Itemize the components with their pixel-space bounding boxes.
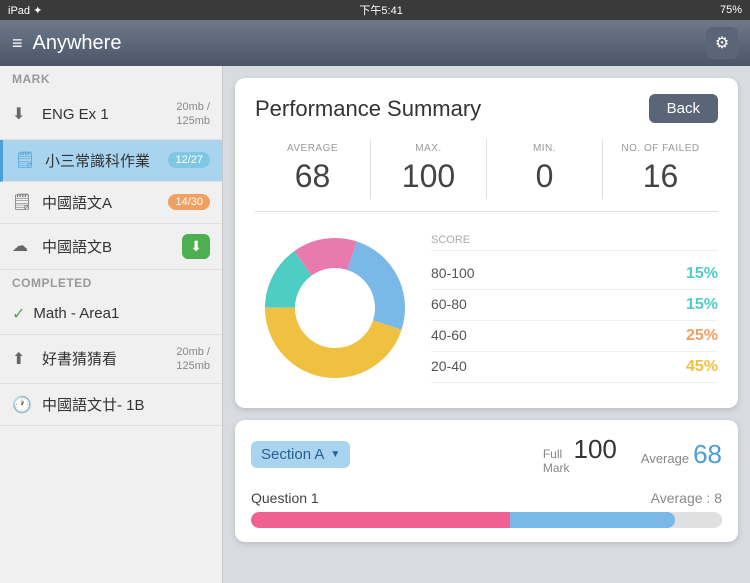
stat-average: AVERAGE 68: [255, 139, 371, 199]
sidebar-item-badge: 20mb /125mb: [176, 100, 210, 129]
full-mark-label: FullMark: [543, 447, 570, 476]
avg-value: 68: [693, 439, 722, 470]
legend-pct: 45%: [686, 358, 718, 376]
progress-bar-blue: [510, 512, 675, 528]
sidebar-item-label: Math - Area1: [33, 305, 210, 322]
sidebar-item-tag: 12/27: [168, 152, 210, 168]
sidebar-item-label: 小三常識科作業: [45, 150, 168, 171]
sidebar-item-eng-ex-1[interactable]: ⬇ ENG Ex 1 20mb /125mb: [0, 90, 222, 140]
stats-row: AVERAGE 68 MAX. 100 MIN. 0 NO. OF FAILED…: [255, 139, 718, 212]
legend-range: 60-80: [431, 296, 467, 314]
sidebar-item-label: ENG Ex 1: [42, 106, 176, 123]
doc-icon: 🗒: [15, 150, 37, 170]
section-dropdown[interactable]: Section A ▼: [251, 441, 350, 468]
sidebar-item-xiao-san[interactable]: 🗒 小三常識科作業 12/27: [0, 140, 222, 182]
question-label: Question 1: [251, 490, 319, 506]
legend-pct: 15%: [686, 265, 718, 283]
doc-icon: 🗒: [12, 192, 34, 212]
clock-icon: 🕐: [12, 395, 34, 415]
legend-item-40-60: 40-60 25%: [431, 321, 718, 352]
stat-max-label: MAX.: [371, 143, 486, 154]
legend-pct: 25%: [686, 327, 718, 345]
legend-item-60-80: 60-80 15%: [431, 290, 718, 321]
check-icon: ✓: [12, 304, 25, 324]
section-avg: Average 68: [641, 439, 722, 470]
app-title: Anywhere: [33, 32, 122, 55]
performance-summary-card: Performance Summary Back AVERAGE 68 MAX.…: [235, 78, 738, 408]
stat-failed-value: 16: [603, 158, 718, 195]
stat-max: MAX. 100: [371, 139, 487, 199]
stat-failed-label: NO. OF FAILED: [603, 143, 718, 154]
legend-item-20-40: 20-40 45%: [431, 352, 718, 383]
legend-range: 80-100: [431, 265, 475, 283]
stat-min-label: MIN.: [487, 143, 602, 154]
gear-icon: ⚙: [715, 33, 729, 53]
menu-icon[interactable]: ≡: [12, 33, 23, 54]
sidebar-item-hao-shu[interactable]: ⬆ 好書猜猜看 20mb /125mb: [0, 335, 222, 385]
top-bar: ≡ Anywhere ⚙: [0, 20, 750, 66]
legend-pct: 15%: [686, 296, 718, 314]
section-header: Section A ▼ FullMark 100 Average 68: [251, 434, 722, 476]
download-icon: ⬇: [12, 104, 34, 124]
stat-average-label: AVERAGE: [255, 143, 370, 154]
status-left: iPad ✦: [8, 4, 42, 17]
question-avg-label: Average : 8: [651, 490, 722, 506]
status-battery: 75%: [720, 4, 742, 16]
section-card: Section A ▼ FullMark 100 Average 68 Ques…: [235, 420, 738, 542]
stat-min-value: 0: [487, 158, 602, 195]
legend-title: SCORE: [431, 234, 718, 251]
sidebar-completed-label: Completed: [0, 270, 222, 294]
sidebar-mark-label: MARK: [0, 66, 222, 90]
sidebar-item-label: 中國語文廿- 1B: [42, 394, 210, 415]
summary-title: Performance Summary: [255, 96, 481, 122]
sidebar-item-label: 中國語文B: [42, 236, 182, 257]
sidebar-item-zh-1b[interactable]: 🕐 中國語文廿- 1B: [0, 384, 222, 426]
stat-min: MIN. 0: [487, 139, 603, 199]
progress-bar-pink: [251, 512, 510, 528]
back-button[interactable]: Back: [649, 94, 718, 123]
full-mark-value: 100: [574, 434, 617, 465]
legend: SCORE 80-100 15% 60-80 15% 40-60 25% 20: [431, 234, 718, 383]
avg-label: Average: [641, 451, 689, 466]
section-full-mark: FullMark 100: [543, 434, 617, 476]
sidebar-item-label: 好書猜猜看: [42, 348, 176, 369]
legend-item-80-100: 80-100 15%: [431, 259, 718, 290]
section-dropdown-label: Section A: [261, 446, 324, 463]
legend-range: 40-60: [431, 327, 467, 345]
question-progress-bar: [251, 512, 722, 528]
chart-legend-row: SCORE 80-100 15% 60-80 15% 40-60 25% 20: [255, 228, 718, 388]
upload-icon: ⬆: [12, 349, 34, 369]
stat-average-value: 68: [255, 158, 370, 195]
sidebar-item-label: 中國語文A: [42, 192, 168, 213]
stat-failed: NO. OF FAILED 16: [603, 139, 718, 199]
status-time: 下午5:41: [359, 2, 402, 18]
sidebar-item-tag: 14/30: [168, 194, 210, 210]
sidebar-item-math-area1[interactable]: ✓ Math - Area1: [0, 294, 222, 335]
status-bar: iPad ✦ 下午5:41 75%: [0, 0, 750, 20]
main-layout: MARK ⬇ ENG Ex 1 20mb /125mb 🗒 小三常識科作業 12…: [0, 66, 750, 583]
sidebar-item-badge: 20mb /125mb: [176, 345, 210, 374]
cloud-icon: ☁: [12, 236, 34, 256]
legend-range: 20-40: [431, 358, 467, 376]
settings-button[interactable]: ⚙: [706, 27, 738, 59]
sidebar-item-zh-a[interactable]: 🗒 中國語文A 14/30: [0, 182, 222, 224]
chevron-down-icon: ▼: [330, 449, 340, 460]
donut-chart: [255, 228, 415, 388]
stat-max-value: 100: [371, 158, 486, 195]
sidebar-item-download-btn[interactable]: ⬇: [182, 234, 210, 259]
sidebar: MARK ⬇ ENG Ex 1 20mb /125mb 🗒 小三常識科作業 12…: [0, 66, 223, 583]
content-area: Performance Summary Back AVERAGE 68 MAX.…: [223, 66, 750, 583]
question-1-row: Question 1 Average : 8: [251, 490, 722, 528]
sidebar-item-zh-b[interactable]: ☁ 中國語文B ⬇: [0, 224, 222, 270]
